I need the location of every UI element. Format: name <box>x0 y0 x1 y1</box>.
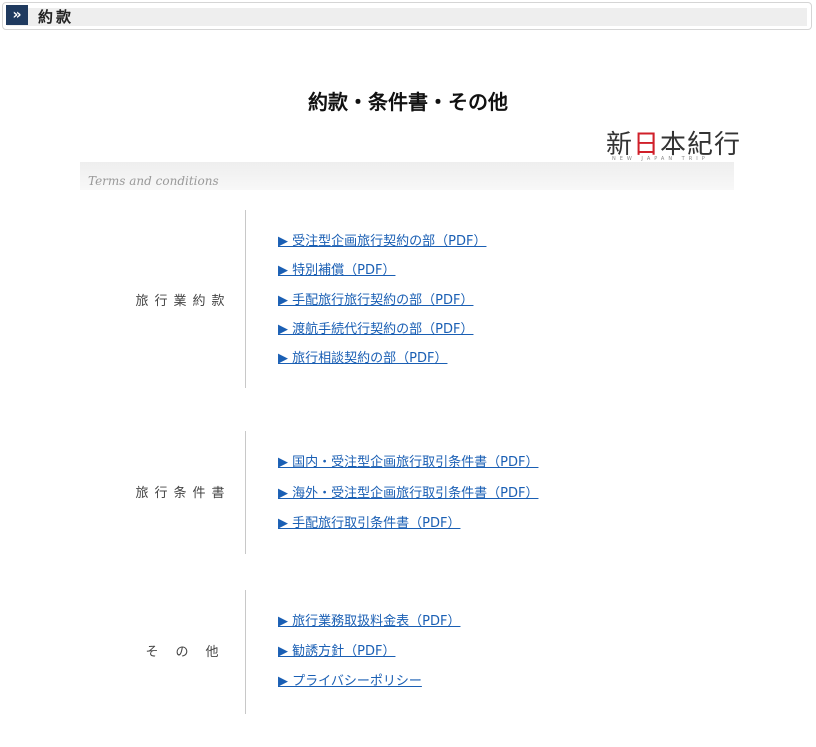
company-logo: 新日本紀行 NEW JAPAN TRIP <box>606 124 740 164</box>
link-travel-procedure-agency-contract[interactable]: ▶ 渡航手続代行契約の部（PDF） <box>278 318 473 337</box>
link-arranged-travel-conditions[interactable]: ▶ 手配旅行取引条件書（PDF） <box>278 512 460 531</box>
section-header-background <box>7 8 807 26</box>
link-domestic-conditions[interactable]: ▶ 国内・受注型企画旅行取引条件書（PDF） <box>278 451 538 470</box>
link-arranged-travel-contract[interactable]: ▶ 手配旅行旅行契約の部（PDF） <box>278 289 473 308</box>
terms-band-label: Terms and conditions <box>88 174 219 188</box>
double-chevron-icon: » <box>6 5 28 25</box>
link-privacy-policy[interactable]: ▶ プライバシーポリシー <box>278 670 422 689</box>
section-header-bar <box>2 2 812 30</box>
link-travel-consultation-contract[interactable]: ▶ 旅行相談契約の部（PDF） <box>278 347 447 366</box>
section-header-title: 約款 <box>38 8 75 26</box>
page-title: 約款・条件書・その他 <box>308 90 508 114</box>
link-fee-table[interactable]: ▶ 旅行業務取扱料金表（PDF） <box>278 610 460 629</box>
section-label-travel-agreement: 旅行業約款 <box>135 294 231 309</box>
link-overseas-conditions[interactable]: ▶ 海外・受注型企画旅行取引条件書（PDF） <box>278 482 538 501</box>
section-label-other: そ の 他 <box>145 645 221 660</box>
section-label-travel-conditions: 旅行条件書 <box>135 486 231 501</box>
link-solicitation-policy[interactable]: ▶ 勧誘方針（PDF） <box>278 640 395 659</box>
link-special-compensation[interactable]: ▶ 特別補償（PDF） <box>278 259 395 278</box>
terms-band: Terms and conditions <box>80 162 734 190</box>
link-custom-planned-travel-contract[interactable]: ▶ 受注型企画旅行契約の部（PDF） <box>278 230 486 249</box>
